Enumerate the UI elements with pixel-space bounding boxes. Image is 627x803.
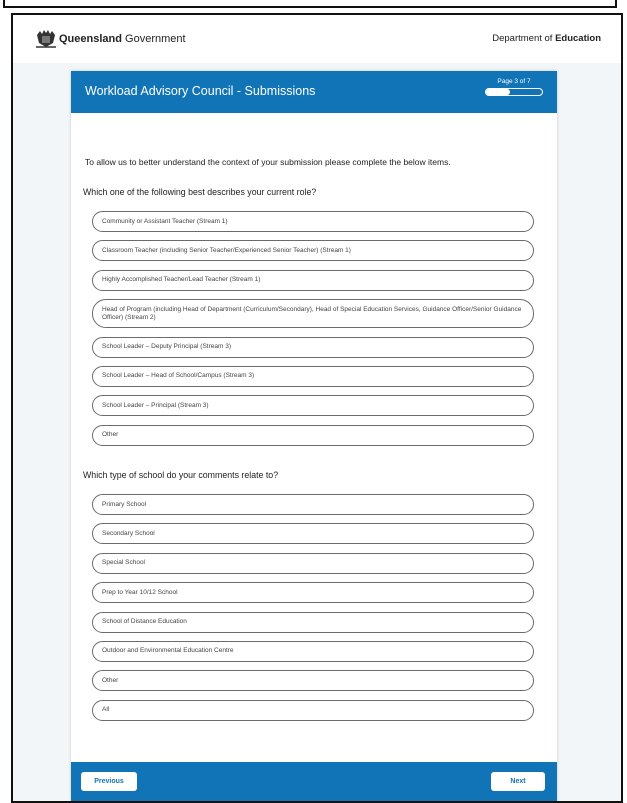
role-option[interactable]: Other: [92, 424, 534, 446]
school-type-option[interactable]: All: [92, 699, 534, 721]
role-option[interactable]: Highly Accomplished Teacher/Lead Teacher…: [92, 269, 534, 291]
form-header: Workload Advisory Council - Submissions …: [71, 71, 557, 113]
role-option[interactable]: Head of Program (including Head of Depar…: [92, 299, 534, 329]
school-type-option[interactable]: Outdoor and Environmental Education Cent…: [92, 640, 534, 662]
question-school-type: Which type of school do your comments re…: [83, 470, 279, 480]
school-type-option[interactable]: Prep to Year 10/12 School: [92, 582, 534, 604]
previous-button[interactable]: Previous: [81, 772, 137, 791]
page-indicator-text: Page 3 of 7: [497, 78, 531, 85]
role-option[interactable]: Community or Assistant Teacher (Stream 1…: [92, 211, 534, 232]
school-type-option[interactable]: School of Distance Education: [92, 611, 534, 633]
school-type-option[interactable]: Other: [92, 670, 534, 692]
progress-fill: [486, 89, 511, 95]
school-type-option[interactable]: Secondary School: [92, 523, 534, 545]
school-type-option[interactable]: Special School: [92, 552, 534, 574]
coat-of-arms-icon: [36, 30, 56, 48]
next-button[interactable]: Next: [491, 772, 545, 791]
role-option[interactable]: School Leader – Principal (Stream 3): [92, 395, 534, 417]
school-type-option[interactable]: Primary School: [92, 494, 534, 515]
role-option[interactable]: School Leader – Deputy Principal (Stream…: [92, 336, 534, 358]
form-title: Workload Advisory Council - Submissions: [85, 84, 316, 98]
form-footer: Previous Next: [71, 762, 557, 801]
top-frame: [3, 0, 617, 8]
government-name: Queensland Government: [59, 33, 186, 45]
page-frame: Queensland Government Department of Educ…: [11, 13, 623, 803]
page-indicator: Page 3 of 7: [485, 78, 543, 96]
role-option[interactable]: School Leader – Head of School/Campus (S…: [92, 365, 534, 387]
role-options: Community or Assistant Teacher (Stream 1…: [92, 211, 534, 454]
intro-text: To allow us to better understand the con…: [85, 157, 451, 167]
government-header: Queensland Government Department of Educ…: [13, 15, 621, 63]
question-role: Which one of the following best describe…: [83, 187, 317, 197]
school-type-options: Primary School Secondary School Special …: [92, 494, 534, 729]
department-name: Department of Education: [492, 33, 601, 44]
role-option[interactable]: Classroom Teacher (including Senior Teac…: [92, 240, 534, 262]
progress-bar: [485, 88, 543, 96]
form-card: Workload Advisory Council - Submissions …: [71, 71, 557, 801]
